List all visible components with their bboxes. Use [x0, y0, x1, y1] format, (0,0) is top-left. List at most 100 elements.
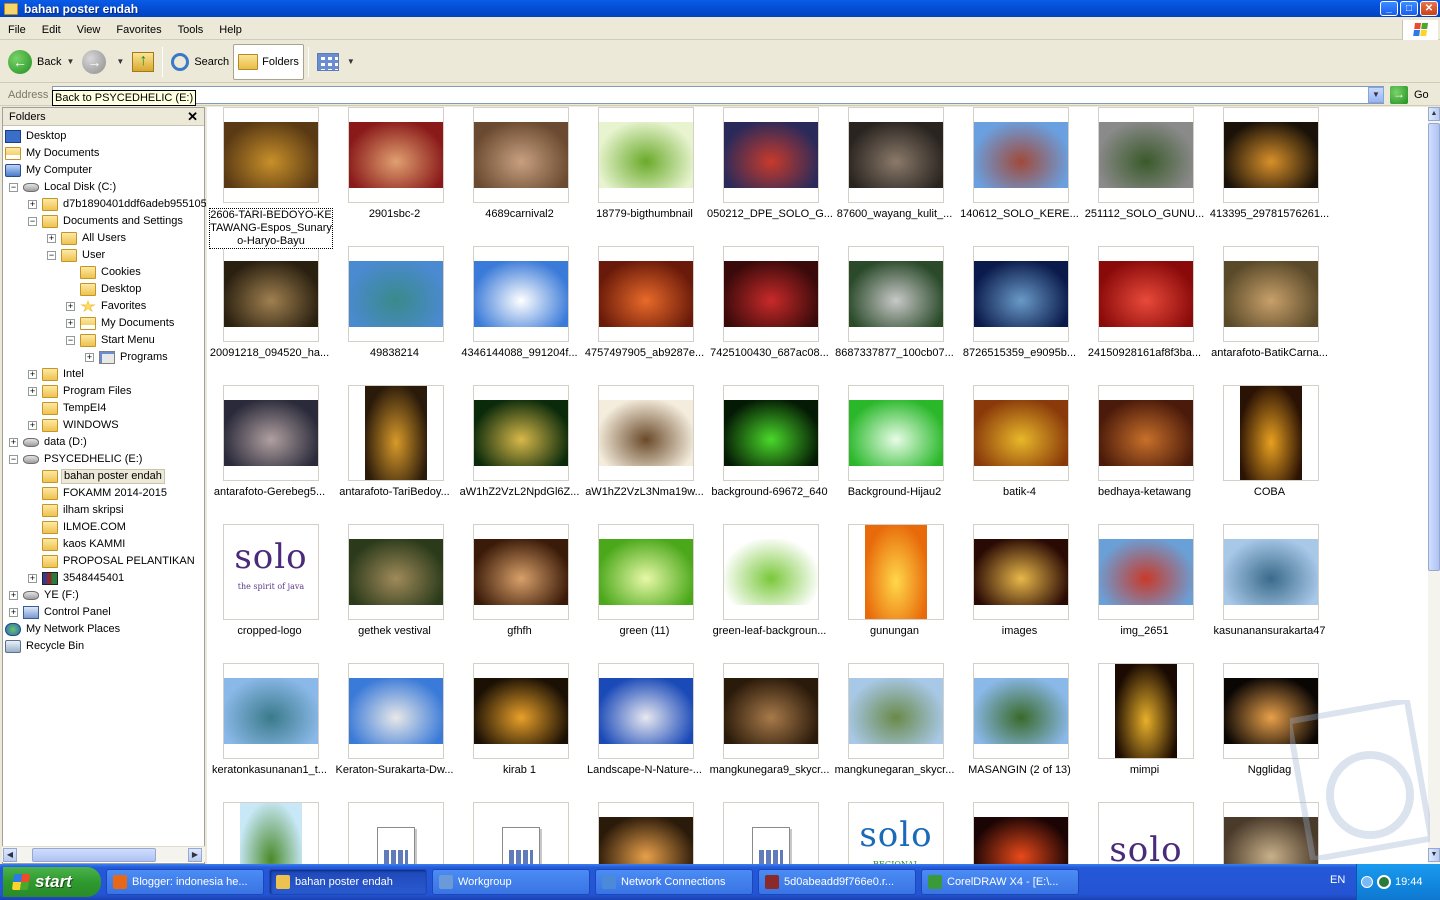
views-button[interactable]: ▼	[313, 44, 359, 80]
tree-item[interactable]: Desktop	[80, 281, 143, 298]
expand-icon[interactable]: +	[9, 438, 18, 447]
thumbnail-frame[interactable]	[1223, 802, 1319, 864]
file-thumbnail-item[interactable]: Ngglidag	[1207, 663, 1332, 802]
collapse-icon[interactable]: −	[28, 217, 37, 226]
minimize-button[interactable]: _	[1380, 1, 1398, 16]
thumbnail-frame[interactable]	[1223, 663, 1319, 759]
file-thumbnail-item[interactable]: 18779-bigthumbnail	[582, 107, 707, 246]
scroll-up-icon[interactable]: ▲	[1428, 107, 1440, 121]
folders-button[interactable]: Folders	[233, 43, 304, 80]
tree-item[interactable]: + My Documents	[66, 315, 176, 332]
title-bar[interactable]: bahan poster endah _ □ ✕	[0, 0, 1440, 17]
thumbnail-frame[interactable]	[473, 107, 569, 203]
file-thumbnail-item[interactable]: 251112_SOLO_GUNU...	[1082, 107, 1207, 246]
expand-icon[interactable]: +	[28, 370, 37, 379]
taskbar-button[interactable]: bahan poster endah	[269, 869, 427, 895]
up-folder-button[interactable]: ↑	[128, 44, 158, 80]
file-thumbnail-item[interactable]: 4346144088_991204f...	[457, 246, 582, 385]
horizontal-scrollbar[interactable]: ◀ ▶	[2, 846, 205, 862]
file-thumbnail-item[interactable]: Background-Hijau2	[832, 385, 957, 524]
file-thumbnail-item[interactable]: 2606-TARI-BEDOYO-KETAWANG-Espos_Sunaryo-…	[207, 107, 333, 249]
thumbnail-frame[interactable]	[973, 663, 1069, 759]
thumbnail-frame[interactable]	[848, 107, 944, 203]
tray-status-icon[interactable]	[1377, 875, 1391, 889]
start-button[interactable]: start	[3, 867, 101, 897]
tree-item[interactable]: + d7b1890401ddf6adeb955105	[28, 196, 206, 213]
tree-item[interactable]: FOKAMM 2014-2015	[42, 485, 169, 502]
thumbnail-frame[interactable]	[1223, 107, 1319, 203]
file-thumbnail-item[interactable]	[582, 802, 707, 864]
expand-icon[interactable]: +	[66, 302, 75, 311]
tree-item[interactable]: PROPOSAL PELANTIKAN	[42, 553, 197, 570]
thumbnail-frame[interactable]	[348, 107, 444, 203]
tree-item[interactable]: + data (D:)	[9, 434, 89, 451]
search-button[interactable]: Search	[167, 44, 233, 80]
expand-icon[interactable]: +	[28, 200, 37, 209]
tree-item[interactable]: + Program Files	[28, 383, 133, 400]
close-button[interactable]: ✕	[1420, 1, 1438, 16]
file-thumbnail-item[interactable]: images	[957, 524, 1082, 663]
tree-item[interactable]: + All Users	[47, 230, 128, 247]
menu-file[interactable]: File	[0, 20, 34, 40]
close-icon[interactable]: ✕	[187, 109, 198, 125]
expand-icon[interactable]: +	[28, 387, 37, 396]
menu-tools[interactable]: Tools	[170, 20, 212, 40]
file-thumbnail-item[interactable]	[1207, 802, 1332, 864]
tree-item[interactable]: − Documents and Settings	[28, 213, 185, 230]
thumbnail-frame[interactable]	[348, 524, 444, 620]
thumbnail-frame[interactable]	[848, 663, 944, 759]
file-thumbnail-item[interactable]: 4757497905_ab9287e...	[582, 246, 707, 385]
file-thumbnail-item[interactable]	[957, 802, 1082, 864]
tree-item[interactable]: − Start Menu	[66, 332, 157, 349]
file-thumbnail-item[interactable]: 4689carnival2	[457, 107, 582, 246]
thumbnail-frame[interactable]	[723, 107, 819, 203]
file-thumbnail-item[interactable]: green-leaf-backgroun...	[707, 524, 832, 663]
file-thumbnail-item[interactable]: COBA	[1207, 385, 1332, 524]
expand-icon[interactable]: +	[28, 574, 37, 583]
thumbnail-frame[interactable]	[473, 246, 569, 342]
tray-back-icon[interactable]	[1361, 876, 1373, 888]
thumbnail-frame[interactable]	[223, 385, 319, 481]
file-thumbnail-item[interactable]: mangkunegaran_skycr...	[832, 663, 957, 802]
forward-button[interactable]: → ▼	[78, 44, 128, 80]
thumbnail-frame[interactable]	[1223, 524, 1319, 620]
tree-item[interactable]: − User	[47, 247, 107, 264]
thumbnail-frame[interactable]	[223, 663, 319, 759]
file-thumbnail-item[interactable]: antarafoto-TariBedoy...	[332, 385, 457, 524]
file-thumbnail-item[interactable]: solo	[1082, 802, 1207, 864]
tree-item[interactable]: Recycle Bin	[5, 638, 86, 655]
menu-help[interactable]: Help	[211, 20, 250, 40]
scroll-down-icon[interactable]: ▼	[1428, 848, 1440, 862]
file-thumbnail-item[interactable]: 8726515359_e9095b...	[957, 246, 1082, 385]
address-input[interactable]	[52, 86, 1384, 104]
thumbnail-frame[interactable]	[723, 385, 819, 481]
thumbnail-frame[interactable]	[348, 802, 444, 864]
file-thumbnail-item[interactable]: gfhfh	[457, 524, 582, 663]
file-thumbnail-item[interactable]: aW1hZ2VzL3Nma19w...	[582, 385, 707, 524]
menu-edit[interactable]: Edit	[34, 20, 69, 40]
thumbnail-frame[interactable]	[598, 802, 694, 864]
thumbnail-frame[interactable]	[473, 802, 569, 864]
file-thumbnail-item[interactable]: antarafoto-Gerebeg5...	[207, 385, 332, 524]
thumbnail-frame[interactable]	[723, 802, 819, 864]
file-thumbnail-item[interactable]: bedhaya-ketawang	[1082, 385, 1207, 524]
tree-item[interactable]: My Computer	[5, 162, 94, 179]
thumbnail-frame[interactable]: solo the spirit of java	[223, 524, 319, 620]
taskbar-button[interactable]: 5d0abeadd9f766e0.r...	[758, 869, 916, 895]
thumbnail-frame[interactable]	[973, 107, 1069, 203]
thumbnail-frame[interactable]	[723, 246, 819, 342]
file-thumbnail-item[interactable]	[332, 802, 457, 864]
collapse-icon[interactable]: −	[9, 455, 18, 464]
file-thumbnail-item[interactable]: green (11)	[582, 524, 707, 663]
thumbnail-frame[interactable]	[598, 246, 694, 342]
menu-view[interactable]: View	[69, 20, 109, 40]
thumbnail-frame[interactable]	[223, 246, 319, 342]
go-button[interactable]: → Go	[1390, 86, 1429, 104]
taskbar-button[interactable]: Blogger: indonesia he...	[106, 869, 264, 895]
collapse-icon[interactable]: −	[47, 251, 56, 260]
file-thumbnail-item[interactable]: img_2651	[1082, 524, 1207, 663]
scroll-right-icon[interactable]: ▶	[188, 848, 202, 862]
file-thumbnail-item[interactable]: 2901sbc-2	[332, 107, 457, 246]
tree-item[interactable]: + Intel	[28, 366, 86, 383]
scroll-thumb[interactable]	[32, 848, 156, 862]
